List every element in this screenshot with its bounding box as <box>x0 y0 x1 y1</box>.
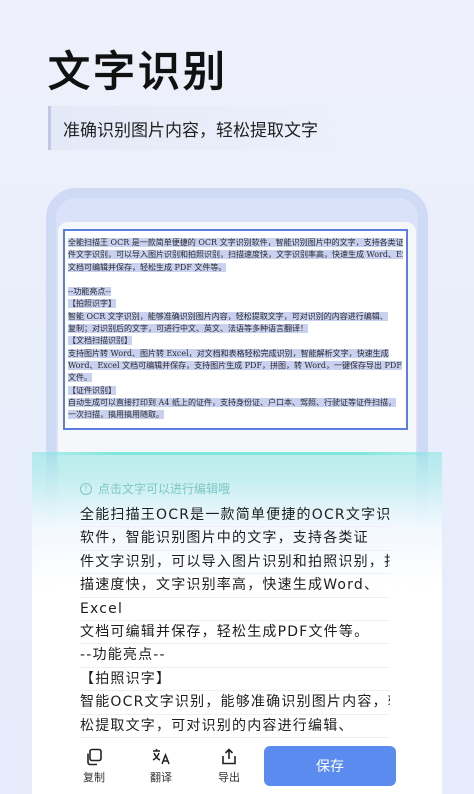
result-text-line[interactable]: 【拍照识字】 <box>80 668 390 692</box>
scan-text-highlight: --功能亮点-- <box>68 287 111 297</box>
scanned-document-image[interactable]: 全能扫描王 OCR 是一款简单便捷的 OCR 文字识别软件，智能识别图片中的文字… <box>63 229 408 430</box>
scan-text-line: --功能亮点-- <box>68 286 403 298</box>
result-text-line[interactable]: Excel <box>80 598 390 622</box>
scan-text-highlight: Word、Excel 文档可编辑并保存，支持图片生成 PDF，拼图，转 Word… <box>68 360 402 370</box>
scan-text-line: 文件。 <box>68 372 403 384</box>
copy-label: 复制 <box>83 771 105 784</box>
scan-text-highlight: 一次扫描，搞用搞用随取。 <box>68 410 164 420</box>
save-button[interactable]: 保存 <box>264 746 396 786</box>
scan-text-highlight: 【证件识别】 <box>68 385 116 395</box>
scan-text-line: Word、Excel 文档可编辑并保存，支持图片生成 PDF，拼图，转 Word… <box>68 360 403 372</box>
export-icon <box>222 748 236 765</box>
scan-text-highlight: 自动生成可以直接打印到 A4 纸上的证件，支持身份证、户口本、驾照、行驶证等证件… <box>68 397 396 407</box>
recognized-text-editor[interactable]: 全能扫描王OCR是一款简单便捷的OCR文字识别 软件，智能识别图片中的文字，支持各… <box>80 504 390 762</box>
translate-icon <box>152 749 170 765</box>
scan-text-line: 文档可编辑并保存，轻松生成 PDF 文件等。 <box>68 262 403 274</box>
export-label: 导出 <box>218 771 240 784</box>
scan-text-line: 全能扫描王 OCR 是一款简单便捷的 OCR 文字识别软件，智能识别图片中的文字… <box>68 237 403 249</box>
scan-text-line: 件文字识别，可以导入图片识别和拍照识别，扫描速度快，文字识别率高，快速生成 Wo… <box>68 249 403 261</box>
scan-text-highlight: 文件。 <box>68 373 92 383</box>
result-text-line[interactable]: 件文字识别，可以导入图片识别和拍照识别，扫 <box>80 551 390 575</box>
result-text-line[interactable]: 智能OCR文字识别，能够准确识别图片内容，轻 <box>80 691 390 715</box>
scan-text-highlight: 全能扫描王 OCR 是一款简单便捷的 OCR 文字识别软件，智能识别图片中的文字… <box>68 238 403 247</box>
result-text-line[interactable]: 文档可编辑并保存，轻松生成PDF文件等。 <box>80 621 390 645</box>
page-subtitle: 准确识别图片内容，轻松提取文字 <box>48 106 348 150</box>
scan-text-highlight: 复制；对识别后的文字，可进行中文、英文、法语等多种语言翻译！ <box>68 324 308 334</box>
scan-text-line: 【证件识别】 <box>68 385 403 397</box>
scan-text-highlight: 智能 OCR 文字识别，能够准确识别图片内容，轻松提取文字，可对识别的内容进行编… <box>68 311 388 321</box>
result-text-line[interactable]: 全能扫描王OCR是一款简单便捷的OCR文字识别 <box>80 504 390 528</box>
edit-hint-text: 点击文字可以进行编辑哦 <box>98 482 231 496</box>
result-text-line[interactable]: 松提取文字，可对识别的内容进行编辑、 <box>80 715 390 739</box>
scan-text-line: 【拍照识字】 <box>68 298 403 310</box>
subtitle-text: 准确识别图片内容，轻松提取文字 <box>63 120 318 141</box>
edit-hint: ! 点击文字可以进行编辑哦 <box>80 480 230 497</box>
scan-text-highlight: 【拍照识字】 <box>68 299 116 309</box>
scan-text-line: 智能 OCR 文字识别，能够准确识别图片内容，轻松提取文字，可对识别的内容进行编… <box>68 311 403 323</box>
scan-text-highlight: 件文字识别，可以导入图片识别和拍照识别，扫描速度快，文字识别率高，快速生成 Wo… <box>68 250 403 260</box>
scan-text-line: 复制；对识别后的文字，可进行中文、英文、法语等多种语言翻译！ <box>68 323 403 335</box>
result-text-line[interactable]: 描速度快，文字识别率高，快速生成Word、 <box>80 574 390 598</box>
result-text-line[interactable]: 软件，智能识别图片中的文字，支持各类证 <box>80 527 390 551</box>
scan-text-line: 【文档扫描识别】 <box>68 335 403 347</box>
translate-label: 翻译 <box>150 771 172 784</box>
translate-button[interactable]: 翻译 <box>141 748 181 785</box>
page-title: 文字识别 <box>48 47 229 96</box>
scan-text-highlight: 支持图片转 Word、图片转 Excel，对文档和表格轻松完成识别，智能解析文字… <box>68 348 389 358</box>
scan-text-line: 支持图片转 Word、图片转 Excel，对文档和表格轻松完成识别，智能解析文字… <box>68 348 403 360</box>
scan-text-line: 一次扫描，搞用搞用随取。 <box>68 409 403 421</box>
info-icon: ! <box>80 482 92 495</box>
scan-text-highlight: 【文档扫描识别】 <box>68 336 132 346</box>
scan-text-line <box>68 274 403 286</box>
result-text-line[interactable]: --功能亮点-- <box>80 644 390 668</box>
copy-button[interactable]: 复制 <box>74 748 114 785</box>
export-button[interactable]: 导出 <box>209 748 249 785</box>
copy-icon <box>87 748 102 766</box>
scan-text-highlight <box>68 275 71 284</box>
scan-text-line: 自动生成可以直接打印到 A4 纸上的证件，支持身份证、户口本、驾照、行驶证等证件… <box>68 397 403 409</box>
scan-text-highlight: 文档可编辑并保存，轻松生成 PDF 文件等。 <box>68 262 227 272</box>
scan-glow-line <box>32 452 442 455</box>
